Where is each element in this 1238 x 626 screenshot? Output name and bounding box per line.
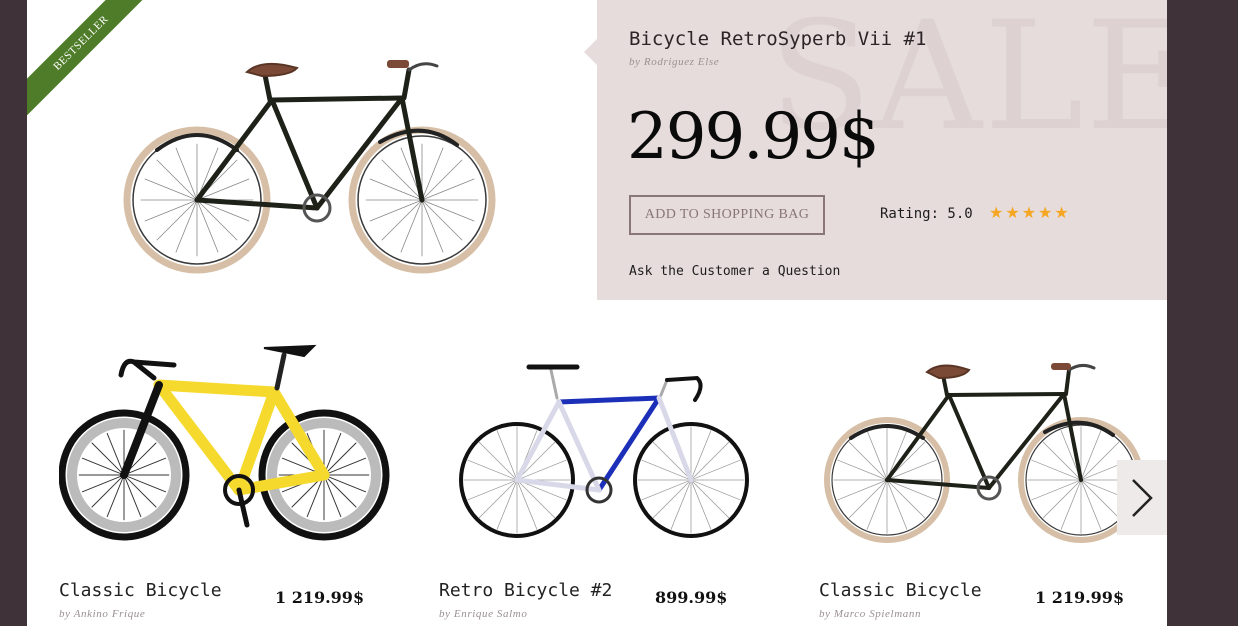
featured-bicycle-image [123,60,496,274]
product-author: by Marco Spielmann [819,608,922,620]
add-to-bag-button[interactable]: ADD TO SHOPPING BAG [629,195,825,235]
star-icon: ★ [989,203,1006,222]
chevron-right-icon [1132,479,1153,517]
product-author: by Enrique Salmo [439,608,528,620]
bicycle-image[interactable] [439,340,779,555]
product-author: by Ankino Frique [59,608,146,620]
panel-pointer [584,38,598,66]
product-card[interactable]: Classic Bicycle by Ankino Frique 1 219.9… [59,340,399,626]
bicycle-image[interactable] [59,340,399,555]
bicycle-image[interactable] [819,340,1149,555]
product-price: 1 219.99$ [1035,588,1125,607]
next-arrow-button[interactable] [1117,460,1167,535]
product-name[interactable]: Classic Bicycle [819,580,982,601]
star-icon: ★ [1038,203,1055,222]
product-card[interactable]: Retro Bicycle #2 by Enrique Salmo 899.99… [439,340,779,626]
product-name[interactable]: Retro Bicycle #2 [439,580,612,601]
sale-panel: SALE Bicycle RetroSyperb Vii #1 by Rodri… [597,0,1167,300]
product-title: Bicycle RetroSyperb Vii #1 [629,28,927,50]
product-price: 899.99$ [655,588,728,607]
rating-stars: ★★★★★ [989,203,1071,222]
star-icon: ★ [1005,203,1022,222]
product-author: by Rodriguez Else [629,56,720,68]
product-price: 1 219.99$ [275,588,365,607]
star-icon: ★ [1021,203,1039,222]
ask-question-link[interactable]: Ask the Customer a Question [629,264,840,279]
product-card[interactable]: Classic Bicycle by Marco Spielmann 1 219… [819,340,1159,626]
product-name[interactable]: Classic Bicycle [59,580,222,601]
product-price: 299.99$ [627,100,880,174]
rating-label: Rating: 5.0 [880,206,973,222]
star-icon: ★ [1054,203,1071,222]
product-page: BESTSELLER SALE Bicycle RetroSyperb Vii … [27,0,1167,626]
